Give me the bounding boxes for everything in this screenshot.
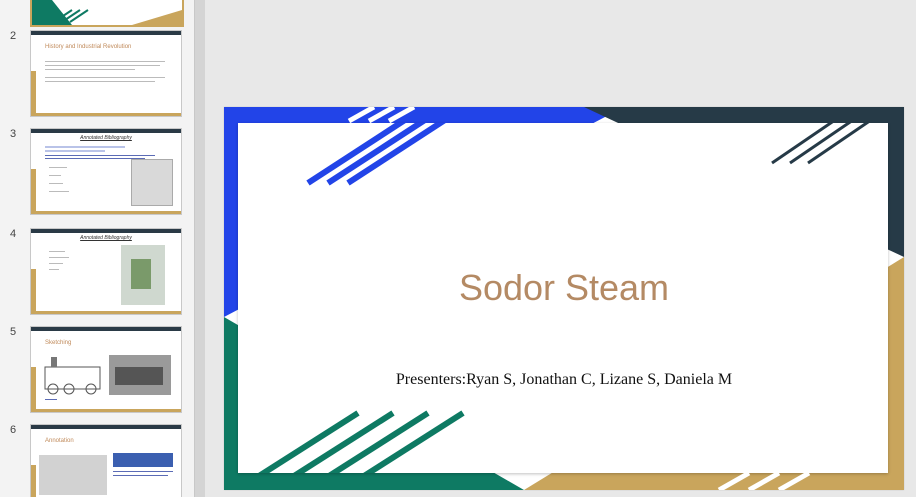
slide-thumbnail-5[interactable]: 5 Sketching	[0, 326, 194, 416]
slide-number: 6	[10, 424, 17, 436]
slide-thumbnail-title: History and Industrial Revolution	[45, 44, 132, 50]
slide-thumbnail-4[interactable]: 4 Annotated Bibliography	[0, 228, 194, 318]
slide-editor: Sodor Steam Presenters:Ryan S, Jonathan …	[224, 107, 904, 490]
slide-number: 4	[10, 228, 17, 240]
slide-thumbnail-3[interactable]: 3 Annotated Bibliography	[0, 128, 194, 218]
current-slide[interactable]: Sodor Steam Presenters:Ryan S, Jonathan …	[224, 107, 904, 490]
slide-thumbnail-1[interactable]	[0, 0, 194, 27]
slide-number: 5	[10, 326, 17, 338]
slide-thumbnail-title: Annotated Bibliography	[80, 235, 132, 241]
slide-thumbnail-title: Annotation	[45, 438, 74, 444]
thumbnail-panel-scrollbar[interactable]	[194, 0, 205, 497]
slide-thumbnail-title: Annotated Bibliography	[80, 135, 132, 141]
slide-number: 2	[10, 30, 17, 42]
slide-thumbnail-panel: 2 History and Industrial Revolution 3 An…	[0, 0, 194, 497]
slide-number: 3	[10, 128, 17, 140]
slide-thumbnail-2[interactable]: 2 History and Industrial Revolution	[0, 30, 194, 120]
slide-title[interactable]: Sodor Steam	[224, 267, 904, 309]
slide-thumbnail-6[interactable]: 6 Annotation	[0, 424, 194, 497]
slide-thumbnail-decoration	[32, 0, 182, 25]
slide-subtitle[interactable]: Presenters:Ryan S, Jonathan C, Lizane S,…	[224, 371, 904, 389]
